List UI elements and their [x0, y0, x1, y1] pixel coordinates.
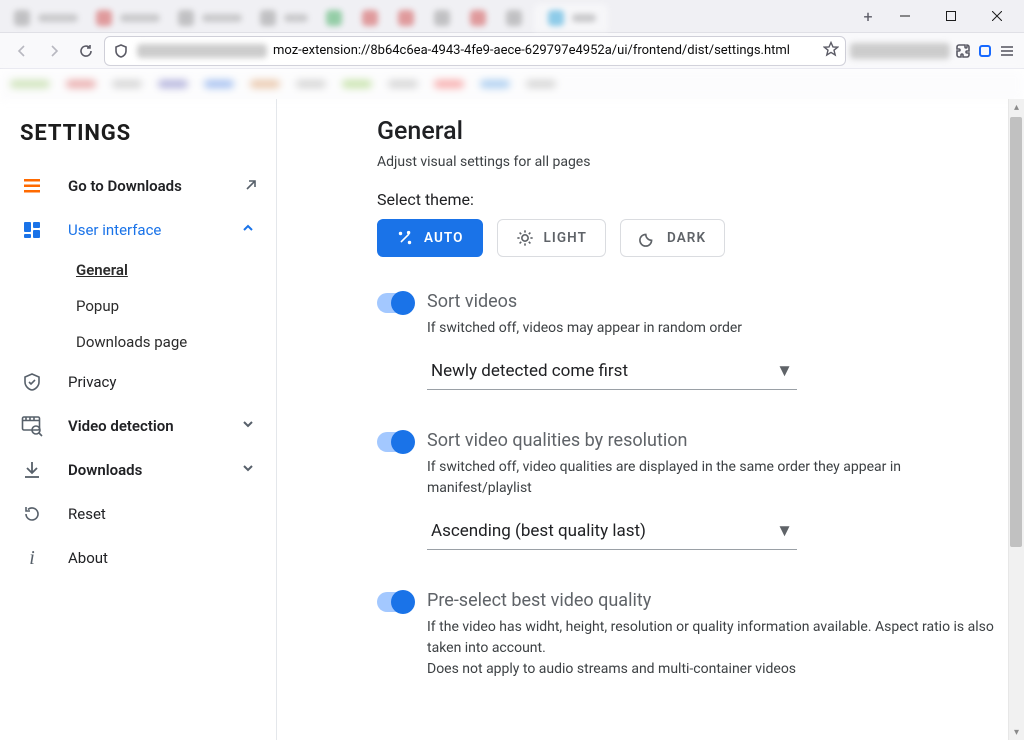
window-close-button[interactable] [974, 0, 1020, 33]
info-icon: i [20, 547, 44, 570]
page-title: General [377, 117, 994, 146]
reset-icon [20, 504, 44, 524]
sidebar-item-about[interactable]: i About [0, 536, 276, 580]
bookmark-star-icon[interactable] [823, 41, 839, 61]
sidebar-item-privacy[interactable]: Privacy [0, 360, 276, 404]
option-sort-qualities: Sort video qualities by resolution If sw… [377, 430, 994, 550]
option-title: Sort videos [427, 291, 994, 312]
sidebar-item-video-detection[interactable]: Video detection [0, 404, 276, 448]
dropdown-caret-icon: ▼ [776, 361, 793, 381]
site-identity-blurred [137, 44, 267, 58]
nav-label: Privacy [68, 373, 258, 391]
theme-label: Select theme: [377, 190, 994, 209]
tabstrip-blurred [0, 0, 854, 32]
list-icon [20, 176, 44, 196]
select-value: Newly detected come first [431, 361, 628, 381]
settings-sidebar: SETTINGS Go to Downloads User interface … [0, 99, 277, 740]
option-desc: If the video has widht, height, resoluti… [427, 617, 994, 680]
window-maximize-button[interactable] [928, 0, 974, 33]
select-sort-videos-order[interactable]: Newly detected come first ▼ [427, 353, 797, 390]
page-subtitle: Adjust visual settings for all pages [377, 154, 994, 170]
extensions-puzzle-icon[interactable] [954, 42, 972, 60]
window-minimize-button[interactable] [882, 0, 928, 33]
theme-label-text: AUTO [424, 230, 464, 246]
sidebar-item-user-interface[interactable]: User interface [0, 208, 276, 252]
sub-label: Downloads page [76, 333, 187, 351]
nav-label: Downloads [68, 461, 216, 479]
toggle-sort-videos[interactable] [377, 293, 413, 313]
nav-label: Reset [68, 505, 258, 523]
option-title: Sort video qualities by resolution [427, 430, 994, 451]
titlebar: + [0, 0, 1024, 33]
theme-dark-button[interactable]: DARK [620, 219, 725, 257]
nav-toolbar: moz-extension://8b64c6ea-4943-4fe9-aece-… [0, 33, 1024, 69]
option-desc: If switched off, videos may appear in ra… [427, 318, 994, 339]
shield-icon [20, 372, 44, 392]
nav-label: Go to Downloads [68, 177, 220, 195]
nav-label: About [68, 549, 258, 567]
back-button[interactable] [8, 37, 36, 65]
select-quality-order[interactable]: Ascending (best quality last) ▼ [427, 513, 797, 550]
app-extension-icon[interactable] [976, 42, 994, 60]
video-search-icon [20, 415, 44, 437]
content-scrollbar[interactable]: ▴ ▾ [1008, 99, 1024, 740]
chevron-up-icon [240, 220, 258, 240]
option-preselect-best: Pre-select best video quality If the vid… [377, 590, 994, 694]
dropdown-caret-icon: ▼ [776, 521, 793, 541]
app-menu-button[interactable] [998, 42, 1016, 60]
scroll-down-arrow[interactable]: ▾ [1009, 724, 1024, 740]
sub-label: General [76, 261, 128, 279]
forward-button[interactable] [40, 37, 68, 65]
sun-icon [516, 229, 534, 247]
option-desc: If switched off, video qualities are dis… [427, 457, 994, 499]
chevron-down-icon [240, 460, 258, 480]
sidebar-item-go-to-downloads[interactable]: Go to Downloads [0, 164, 276, 208]
url-text: moz-extension://8b64c6ea-4943-4fe9-aece-… [273, 43, 790, 58]
scroll-up-arrow[interactable]: ▴ [1009, 99, 1024, 115]
new-tab-button[interactable]: + [854, 0, 882, 32]
auto-theme-icon [396, 229, 414, 247]
theme-label-text: DARK [667, 230, 706, 246]
nav-label: Video detection [68, 417, 216, 435]
moon-icon [639, 229, 657, 247]
sidebar-sub-downloads-page[interactable]: Downloads page [0, 324, 276, 360]
bookmarks-bar-blurred [0, 69, 1024, 99]
site-identity-icon[interactable] [111, 41, 131, 61]
reload-button[interactable] [72, 37, 100, 65]
dashboard-icon [20, 220, 44, 240]
url-bar[interactable]: moz-extension://8b64c6ea-4943-4fe9-aece-… [104, 36, 846, 66]
sidebar-sub-popup[interactable]: Popup [0, 288, 276, 324]
theme-button-group: AUTO LIGHT DARK [377, 219, 994, 257]
theme-light-button[interactable]: LIGHT [497, 219, 606, 257]
page-content: SETTINGS Go to Downloads User interface … [0, 99, 1024, 740]
select-value: Ascending (best quality last) [431, 521, 646, 541]
option-title: Pre-select best video quality [427, 590, 994, 611]
toolbar-extensions-blurred [850, 43, 950, 59]
external-link-icon [244, 177, 258, 196]
settings-heading: SETTINGS [0, 121, 276, 146]
scroll-thumb[interactable] [1010, 117, 1022, 547]
chevron-down-icon [240, 416, 258, 436]
toggle-sort-qualities[interactable] [377, 432, 413, 452]
sub-label: Popup [76, 297, 119, 315]
sidebar-sub-general[interactable]: General [0, 252, 276, 288]
theme-auto-button[interactable]: AUTO [377, 219, 483, 257]
toggle-preselect-best[interactable] [377, 592, 413, 612]
theme-label-text: LIGHT [544, 230, 587, 246]
nav-label: User interface [68, 221, 216, 239]
main-panel: General Adjust visual settings for all p… [277, 99, 1024, 740]
sidebar-item-downloads[interactable]: Downloads [0, 448, 276, 492]
download-icon [20, 460, 44, 480]
sidebar-item-reset[interactable]: Reset [0, 492, 276, 536]
option-sort-videos: Sort videos If switched off, videos may … [377, 291, 994, 390]
